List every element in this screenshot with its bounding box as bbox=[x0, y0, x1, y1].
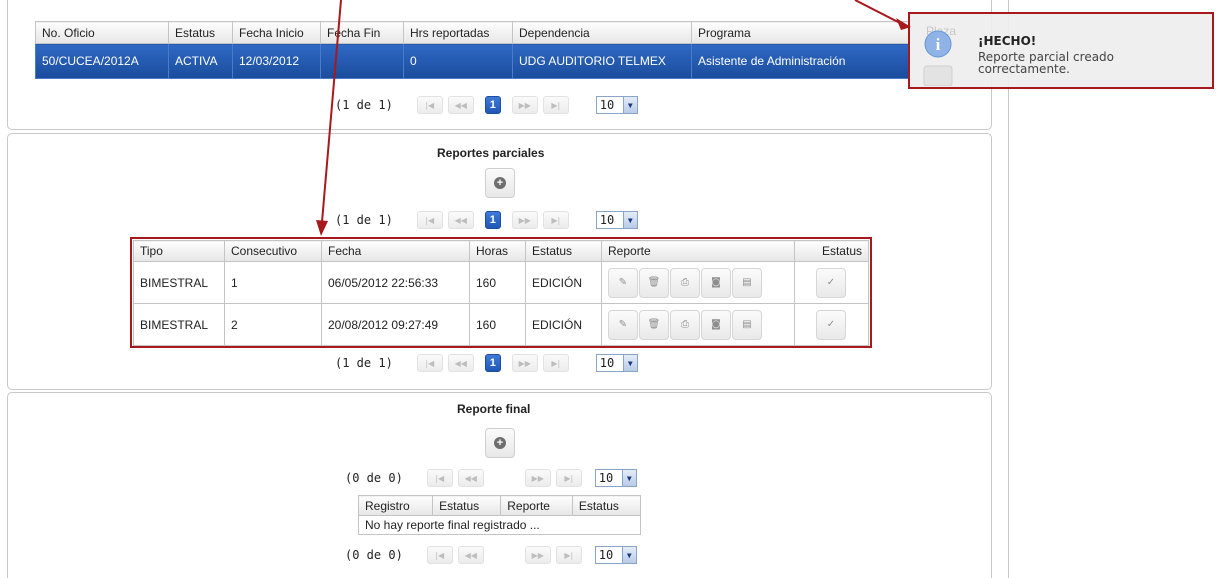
table-row[interactable]: 50/CUCEA/2012A ACTIVA 12/03/2012 0 UDG A… bbox=[35, 43, 910, 79]
first-page-icon[interactable]: |◀ bbox=[416, 354, 443, 372]
reporte-final-title: Reporte final bbox=[457, 402, 531, 416]
col-programa[interactable]: Programa bbox=[691, 21, 910, 44]
svg-text:i: i bbox=[936, 35, 941, 54]
rows-per-page-value: 10 bbox=[599, 213, 615, 227]
rows-per-page-select[interactable]: 10 ▼ bbox=[595, 211, 638, 229]
info-icon: i bbox=[923, 30, 953, 86]
cell-hrs-reportadas: 0 bbox=[403, 43, 513, 79]
next-page-icon[interactable]: ▶▶ bbox=[524, 469, 551, 487]
rows-per-page-select[interactable]: 10 ▼ bbox=[595, 354, 638, 372]
chevron-down-icon: ▼ bbox=[622, 212, 637, 228]
prev-page-icon[interactable]: ◀◀ bbox=[447, 96, 474, 114]
notification-icon-area: Plaza i bbox=[920, 24, 960, 86]
col-fecha-inicio[interactable]: Fecha Inicio bbox=[232, 21, 321, 44]
reportes-paginator-bottom: (1 de 1) |◀ ◀◀ 1 ▶▶ ▶| 10 ▼ bbox=[335, 353, 638, 373]
cell-programa: Asistente de Administración bbox=[691, 43, 910, 79]
rows-per-page-value: 10 bbox=[598, 471, 614, 485]
plus-circle-icon: + bbox=[494, 437, 506, 449]
prev-page-icon[interactable]: ◀◀ bbox=[457, 546, 484, 564]
last-page-icon[interactable]: ▶| bbox=[542, 354, 569, 372]
chevron-down-icon: ▼ bbox=[622, 97, 637, 113]
oficio-table: No. Oficio Estatus Fecha Inicio Fecha Fi… bbox=[35, 21, 910, 79]
reportes-paginator-top: (1 de 1) |◀ ◀◀ 1 ▶▶ ▶| 10 ▼ bbox=[335, 210, 638, 230]
last-page-icon[interactable]: ▶| bbox=[555, 469, 582, 487]
col-estatus-action[interactable]: Estatus bbox=[571, 495, 642, 516]
final-paginator-top: (0 de 0) |◀ ◀◀ ▶▶ ▶| 10 ▼ bbox=[345, 468, 637, 488]
notification-toast[interactable]: Plaza i ¡HECHO! Reporte parcial creado c… bbox=[908, 12, 1214, 89]
notification-message: Reporte parcial creado correctamente. bbox=[978, 50, 1115, 76]
page-number-button[interactable]: 1 bbox=[484, 211, 501, 229]
page-count: (1 de 1) bbox=[335, 98, 393, 112]
page-count: (1 de 1) bbox=[335, 213, 393, 227]
col-no-oficio[interactable]: No. Oficio bbox=[35, 21, 169, 44]
cell-fecha-inicio: 12/03/2012 bbox=[232, 43, 321, 79]
first-page-icon[interactable]: |◀ bbox=[416, 211, 443, 229]
last-page-icon[interactable]: ▶| bbox=[542, 96, 569, 114]
cell-estatus: ACTIVA bbox=[168, 43, 233, 79]
col-registro[interactable]: Registro bbox=[357, 495, 434, 516]
cell-fecha-fin bbox=[320, 43, 404, 79]
next-page-icon[interactable]: ▶▶ bbox=[511, 211, 538, 229]
next-page-icon[interactable]: ▶▶ bbox=[524, 546, 551, 564]
table-highlight-box bbox=[130, 237, 872, 348]
page-count: (1 de 1) bbox=[335, 356, 393, 370]
page-number-button[interactable]: 1 bbox=[484, 96, 501, 114]
plus-circle-icon: + bbox=[494, 177, 506, 189]
rows-per-page-value: 10 bbox=[598, 548, 614, 562]
chevron-down-icon: ▼ bbox=[622, 355, 637, 371]
next-page-icon[interactable]: ▶▶ bbox=[511, 96, 538, 114]
chevron-down-icon: ▼ bbox=[621, 470, 636, 486]
empty-message: No hay reporte final registrado ... bbox=[358, 515, 641, 535]
page-number-button[interactable]: 1 bbox=[484, 354, 501, 372]
prev-page-icon[interactable]: ◀◀ bbox=[457, 469, 484, 487]
rows-per-page-select[interactable]: 10 ▼ bbox=[594, 469, 637, 487]
cell-no-oficio: 50/CUCEA/2012A bbox=[35, 43, 169, 79]
notification-title: ¡HECHO! bbox=[978, 34, 1037, 48]
rows-per-page-select[interactable]: 10 ▼ bbox=[595, 96, 638, 114]
table-row: No hay reporte final registrado ... bbox=[358, 515, 641, 535]
next-page-icon[interactable]: ▶▶ bbox=[511, 354, 538, 372]
col-estatus[interactable]: Estatus bbox=[432, 495, 502, 516]
prev-page-icon[interactable]: ◀◀ bbox=[447, 354, 474, 372]
first-page-icon[interactable]: |◀ bbox=[426, 546, 453, 564]
cell-dependencia: UDG AUDITORIO TELMEX bbox=[512, 43, 692, 79]
col-reporte[interactable]: Reporte bbox=[500, 495, 573, 516]
col-dependencia[interactable]: Dependencia bbox=[512, 21, 692, 44]
page-count: (0 de 0) bbox=[345, 471, 403, 485]
rows-per-page-value: 10 bbox=[599, 356, 615, 370]
col-estatus[interactable]: Estatus bbox=[168, 21, 233, 44]
chevron-down-icon: ▼ bbox=[621, 547, 636, 563]
prev-page-icon[interactable]: ◀◀ bbox=[447, 211, 474, 229]
last-page-icon[interactable]: ▶| bbox=[555, 546, 582, 564]
col-fecha-fin[interactable]: Fecha Fin bbox=[320, 21, 404, 44]
reporte-final-table: Registro Estatus Reporte Estatus No hay … bbox=[357, 495, 642, 535]
reportes-parciales-title: Reportes parciales bbox=[437, 146, 545, 160]
first-page-icon[interactable]: |◀ bbox=[426, 469, 453, 487]
first-page-icon[interactable]: |◀ bbox=[416, 96, 443, 114]
col-hrs-reportadas[interactable]: Hrs reportadas bbox=[403, 21, 513, 44]
rows-per-page-select[interactable]: 10 ▼ bbox=[594, 546, 637, 564]
page-count: (0 de 0) bbox=[345, 548, 403, 562]
rows-per-page-value: 10 bbox=[599, 98, 615, 112]
add-reporte-final-button[interactable]: + bbox=[485, 428, 515, 458]
oficio-table-header: No. Oficio Estatus Fecha Inicio Fecha Fi… bbox=[35, 21, 910, 44]
final-paginator-bottom: (0 de 0) |◀ ◀◀ ▶▶ ▶| 10 ▼ bbox=[345, 545, 637, 565]
oficio-paginator: (1 de 1) |◀ ◀◀ 1 ▶▶ ▶| 10 ▼ bbox=[335, 95, 638, 115]
final-table-header: Registro Estatus Reporte Estatus bbox=[357, 495, 642, 516]
add-reporte-parcial-button[interactable]: + bbox=[485, 168, 515, 198]
last-page-icon[interactable]: ▶| bbox=[542, 211, 569, 229]
